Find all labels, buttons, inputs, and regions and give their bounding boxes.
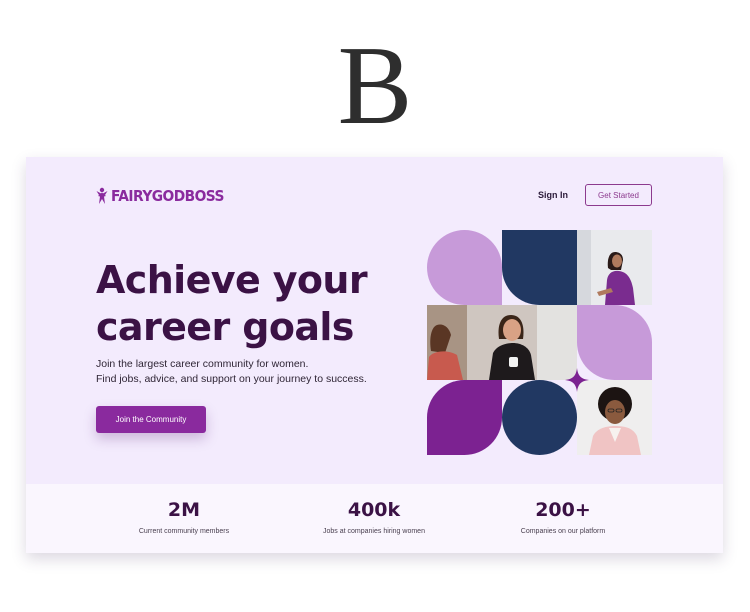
stat-value: 200+ (535, 499, 591, 521)
sign-in-link[interactable]: Sign In (538, 190, 568, 200)
lavender-shape-tile (427, 230, 502, 305)
stat-value: 2M (167, 499, 201, 521)
navy-shape-tile (502, 230, 577, 305)
landing-page-card: FAIRYGODBOSS Sign In Get Started Achieve… (26, 157, 723, 553)
stat-label: Companies on our platform (520, 528, 606, 535)
brand-name: FAIRYGODBOSS (111, 187, 224, 205)
stat-label: Jobs at companies hiring women (323, 528, 425, 535)
hero-title: Achieve your career goals (96, 258, 368, 349)
hero-subtitle-line-1: Join the largest career community for wo… (96, 358, 309, 370)
women-chatting-photo (427, 305, 577, 380)
stat-value: 400k (347, 499, 401, 521)
get-started-button[interactable]: Get Started (585, 184, 652, 206)
stat-label: Current community members (138, 528, 230, 535)
stat-companies: 200+ Companies on our platform (463, 498, 663, 535)
stat-jobs: 400k Jobs at companies hiring women (274, 498, 474, 535)
purple-shape-tile (427, 380, 502, 455)
stat-community-members: 2M Current community members (84, 498, 284, 535)
hero-image-mosaic (427, 230, 653, 456)
hero-subtitle-line-2: Find jobs, advice, and support on your j… (96, 373, 367, 385)
decorative-letter: B (337, 24, 413, 148)
sparkle-icon (565, 368, 589, 392)
fairy-logo-icon (96, 187, 108, 204)
woman-presenting-photo (577, 230, 652, 305)
brand-logo[interactable]: FAIRYGODBOSS (96, 187, 234, 205)
join-community-button[interactable]: Join the Community (96, 406, 206, 433)
stats-bar: 2M Current community members 400k Jobs a… (26, 484, 723, 553)
hero-subtitle: Join the largest career community for wo… (96, 357, 416, 387)
